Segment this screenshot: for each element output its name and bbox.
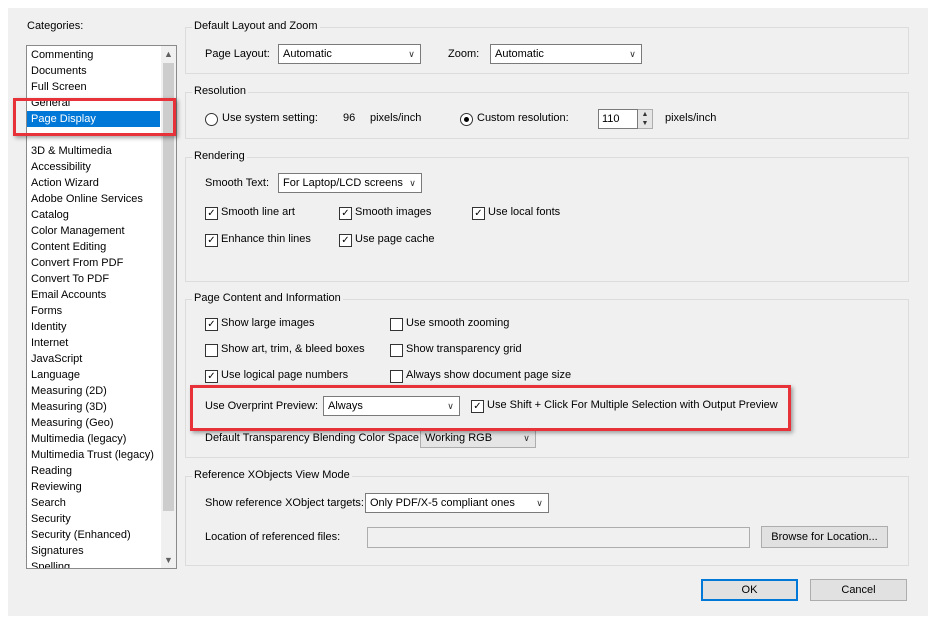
smooth-text-dropdown[interactable]: For Laptop/LCD screens ∨ [278,173,422,193]
show-bleed-boxes-label: Show art, trim, & bleed boxes [221,343,365,355]
category-item[interactable]: Identity [27,319,160,335]
enhance-thin-lines-label: Enhance thin lines [221,233,311,245]
chevron-down-icon: ∨ [536,498,543,508]
custom-resolution-label: Custom resolution: [477,112,569,124]
category-item[interactable]: Reading [27,463,160,479]
category-item[interactable]: Email Accounts [27,287,160,303]
category-item[interactable]: Security [27,511,160,527]
category-item[interactable]: Language [27,367,160,383]
categories-label: Categories: [27,20,84,32]
category-item[interactable]: Convert To PDF [27,271,160,287]
resolution-title: Resolution [192,85,248,97]
category-item[interactable]: Action Wizard [27,175,160,191]
chevron-down-icon: ∨ [408,49,415,59]
category-item[interactable]: Measuring (2D) [27,383,160,399]
checkmark-icon: ✓ [339,207,352,220]
system-resolution-unit: pixels/inch [370,112,422,124]
chevron-down-icon: ∨ [629,49,636,59]
smooth-images-label: Smooth images [355,206,432,218]
category-item[interactable]: Search [27,495,160,511]
category-item[interactable]: Forms [27,303,160,319]
zoom-value: Automatic [495,48,544,60]
chevron-down-icon: ∨ [523,433,530,443]
location-label: Location of referenced files: [205,531,341,543]
category-item[interactable]: Color Management [27,223,160,239]
arrow-down-icon[interactable]: ▼ [638,119,652,128]
arrow-up-icon[interactable]: ▲ [161,46,176,62]
show-page-size-label: Always show document page size [406,369,572,381]
custom-resolution-value[interactable]: 110 [598,109,638,129]
zoom-label: Zoom: [448,48,480,60]
category-item[interactable]: Accessibility [27,159,160,175]
highlight-overprint-row [190,385,791,431]
category-item[interactable]: Multimedia (legacy) [27,431,160,447]
smooth-text-value: For Laptop/LCD screens [283,177,403,189]
category-item[interactable]: 3D & Multimedia [27,143,160,159]
custom-resolution-stepper[interactable]: 110 ▲ ▼ [598,109,654,129]
category-item[interactable]: Catalog [27,207,160,223]
show-transparency-grid-label: Show transparency grid [406,343,522,355]
page-layout-label: Page Layout: [205,48,270,60]
system-setting-label: Use system setting: [222,112,318,124]
category-item[interactable]: Measuring (Geo) [27,415,160,431]
category-item[interactable]: Multimedia Trust (legacy) [27,447,160,463]
category-item[interactable]: Spelling [27,559,160,568]
page-layout-value: Automatic [283,48,332,60]
custom-resolution-unit: pixels/inch [665,112,717,124]
blending-dropdown[interactable]: Working RGB ∨ [420,428,536,448]
chevron-down-icon: ∨ [409,178,416,188]
ok-button[interactable]: OK [701,579,798,601]
xobject-targets-label: Show reference XObject targets: [205,497,364,509]
category-item[interactable]: Security (Enhanced) [27,527,160,543]
use-page-cache-label: Use page cache [355,233,435,245]
checkmark-icon: ✓ [205,318,218,331]
arrow-down-icon[interactable]: ▼ [161,552,176,568]
smooth-text-label: Smooth Text: [205,177,269,189]
category-item[interactable]: Full Screen [27,79,160,95]
show-large-images-label: Show large images [221,317,315,329]
cancel-button[interactable]: Cancel [810,579,907,601]
use-smooth-zooming-label: Use smooth zooming [406,317,510,329]
system-resolution-value: 96 [343,112,356,124]
checkmark-icon: ✓ [472,207,485,220]
checkmark-icon: ✓ [205,207,218,220]
blending-value: Working RGB [425,432,493,444]
category-item[interactable]: Signatures [27,543,160,559]
layout-zoom-title: Default Layout and Zoom [192,20,320,32]
page-content-title: Page Content and Information [192,292,343,304]
checkmark-icon: ✓ [339,234,352,247]
category-item[interactable]: Commenting [27,47,160,63]
category-item[interactable]: Reviewing [27,479,160,495]
xobject-targets-value: Only PDF/X-5 compliant ones [370,497,515,509]
xobjects-title: Reference XObjects View Mode [192,469,352,481]
category-item[interactable]: Convert From PDF [27,255,160,271]
logical-page-numbers-label: Use logical page numbers [221,369,349,381]
highlight-page-display [13,98,176,136]
rendering-title: Rendering [192,150,247,162]
category-item[interactable]: JavaScript [27,351,160,367]
location-field[interactable] [367,527,750,548]
category-item[interactable]: Internet [27,335,160,351]
arrow-up-icon[interactable]: ▲ [638,110,652,119]
blending-label: Default Transparency Blending Color Spac… [205,432,423,444]
checkmark-icon: ✓ [205,370,218,383]
smooth-line-art-label: Smooth line art [221,206,295,218]
category-item[interactable]: Documents [27,63,160,79]
xobjects-group [185,476,909,566]
xobject-targets-dropdown[interactable]: Only PDF/X-5 compliant ones ∨ [365,493,549,513]
category-item[interactable]: Adobe Online Services [27,191,160,207]
category-item[interactable]: Content Editing [27,239,160,255]
page-layout-dropdown[interactable]: Automatic ∨ [278,44,421,64]
browse-location-button[interactable]: Browse for Location... [761,526,888,548]
checkmark-icon: ✓ [205,234,218,247]
category-item[interactable]: Measuring (3D) [27,399,160,415]
zoom-dropdown[interactable]: Automatic ∨ [490,44,642,64]
use-local-fonts-label: Use local fonts [488,206,561,218]
